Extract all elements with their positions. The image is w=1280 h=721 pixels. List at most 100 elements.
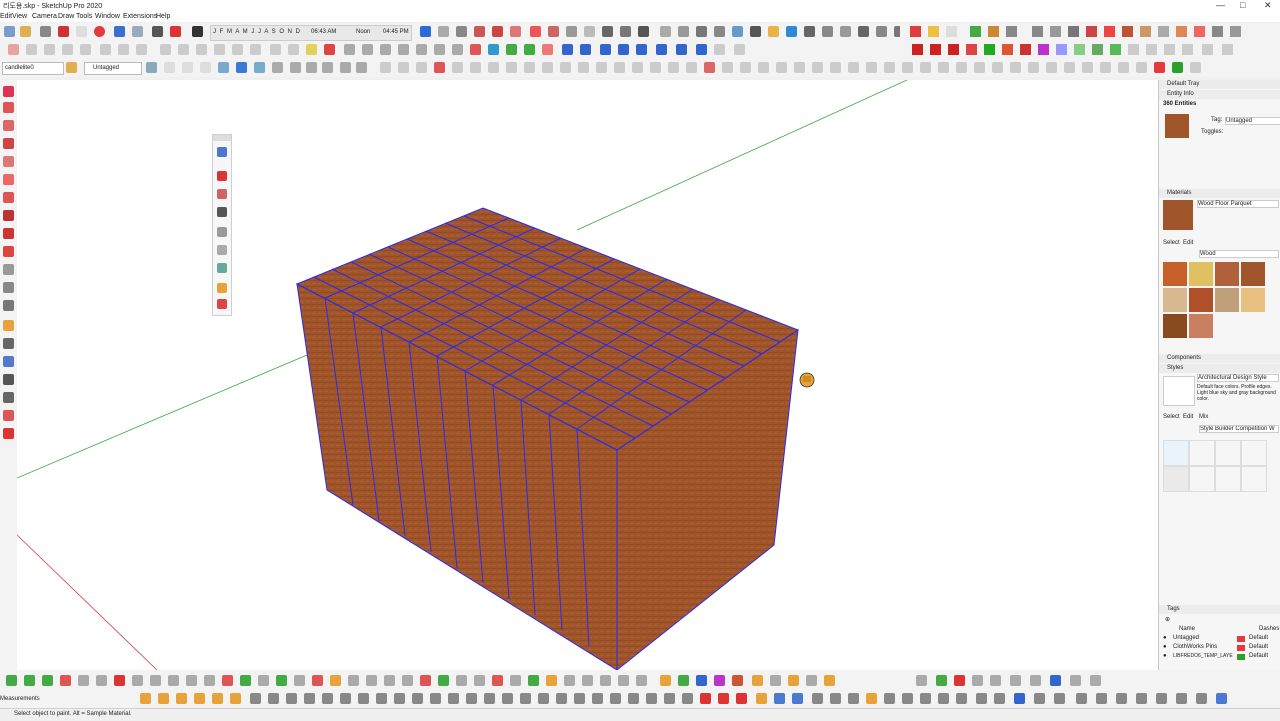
materials-header[interactable]: Materials [1159, 189, 1280, 198]
bottom-icon-19[interactable] [330, 675, 341, 686]
plugin-icon-16[interactable] [750, 26, 761, 37]
monochrome-icon[interactable] [254, 62, 265, 73]
bottom-row2-icon-16[interactable] [412, 693, 423, 704]
tool-icon-a31[interactable] [562, 44, 573, 55]
bottom-icon-44[interactable] [788, 675, 799, 686]
arc-tool-icon[interactable] [3, 192, 14, 203]
bottom-icon-13[interactable] [222, 675, 233, 686]
offset-tool-icon[interactable] [3, 282, 14, 293]
menu-edit[interactable]: Edit [0, 13, 12, 20]
edit-tool-icon-23[interactable] [776, 62, 787, 73]
bottom-row2-icon-32[interactable] [700, 693, 711, 704]
edit-tool-icon-22[interactable] [758, 62, 769, 73]
plugin-icon-8[interactable] [602, 26, 613, 37]
plugin-icon-20[interactable] [822, 26, 833, 37]
zoom-extents-tool-icon[interactable] [3, 410, 14, 421]
bottom-icon-11[interactable] [186, 675, 197, 686]
bottom-row2-icon-35[interactable] [756, 693, 767, 704]
text-tool-icon[interactable] [3, 338, 14, 349]
edit-tool-icon-6[interactable] [470, 62, 481, 73]
palette-icon-9[interactable] [217, 299, 227, 309]
style-swatch-6[interactable] [1189, 466, 1215, 492]
plugin-icon-5[interactable] [548, 26, 559, 37]
circle-tool-icon[interactable] [3, 174, 14, 185]
bottom-row2-icon-5[interactable] [212, 693, 223, 704]
bottom-row2-icon-10[interactable] [304, 693, 315, 704]
bottom-row2-icon-39[interactable] [830, 693, 841, 704]
plugin-icon-10[interactable] [638, 26, 649, 37]
tool-icon-a23[interactable] [416, 44, 427, 55]
solid-tool-icon-16[interactable] [1182, 44, 1193, 55]
palette-icon-1[interactable] [217, 147, 227, 157]
bottom-icon-51[interactable] [1010, 675, 1021, 686]
bottom-row2-icon-25[interactable] [574, 693, 585, 704]
menu-window[interactable]: Window [95, 13, 120, 20]
freehand-tool-icon[interactable] [3, 138, 14, 149]
tool-icon-a4[interactable] [62, 44, 73, 55]
eye-icon[interactable]: ● [1163, 644, 1167, 650]
bottom-icon-31[interactable] [546, 675, 557, 686]
plugin-icon-18[interactable] [786, 26, 797, 37]
tool-icon-a5[interactable] [80, 44, 91, 55]
edit-tool-icon-38[interactable] [1046, 62, 1057, 73]
shadow-months[interactable]: J F M A M J J A S O N D [213, 29, 301, 35]
solid-tool-icon-12[interactable] [1110, 44, 1121, 55]
bottom-icon-36[interactable] [636, 675, 647, 686]
palette-icon-4[interactable] [217, 207, 227, 217]
bottom-row2-icon-34[interactable] [736, 693, 747, 704]
bottom-row2-icon-47[interactable] [976, 693, 987, 704]
bottom-row2-icon-2[interactable] [158, 693, 169, 704]
bottom-row2-icon-43[interactable] [902, 693, 913, 704]
plugin-icon-22[interactable] [858, 26, 869, 37]
extension-icon-12[interactable] [1122, 26, 1133, 37]
line-tool-icon[interactable] [3, 120, 14, 131]
material-name[interactable]: Wood Floor Parquet [1197, 200, 1279, 208]
bottom-row2-icon-1[interactable] [140, 693, 151, 704]
bottom-icon-52[interactable] [1030, 675, 1041, 686]
edit-tool-icon-41[interactable] [1100, 62, 1111, 73]
edit-tool-icon-16[interactable] [650, 62, 661, 73]
plugin-icon-2[interactable] [492, 26, 503, 37]
edit-tool-icon-29[interactable] [884, 62, 895, 73]
menu-view[interactable]: View [12, 13, 27, 20]
bottom-icon-7[interactable] [114, 675, 125, 686]
bottom-row2-icon-13[interactable] [358, 693, 369, 704]
undo-icon[interactable] [114, 26, 125, 37]
tag-row-dashes[interactable]: Default [1249, 635, 1268, 641]
orbit-tool-icon[interactable] [3, 374, 14, 385]
bottom-icon-24[interactable] [420, 675, 431, 686]
bottom-icon-41[interactable] [732, 675, 743, 686]
tape-measure-tool-icon[interactable] [3, 300, 14, 311]
bottom-icon-3[interactable] [42, 675, 53, 686]
bottom-row2-icon-54[interactable] [1116, 693, 1127, 704]
bottom-icon-20[interactable] [348, 675, 359, 686]
tool-icon-a18[interactable] [324, 44, 335, 55]
solid-tool-icon-6[interactable] [1002, 44, 1013, 55]
entity-info-header[interactable]: Entity Info [1159, 90, 1280, 99]
solid-tool-icon-2[interactable] [930, 44, 941, 55]
bottom-icon-32[interactable] [564, 675, 575, 686]
bottom-icon-2[interactable] [24, 675, 35, 686]
delete-icon[interactable] [94, 26, 105, 37]
bottom-icon-16[interactable] [276, 675, 287, 686]
rectangle-tool-icon[interactable] [3, 156, 14, 167]
bottom-icon-39[interactable] [696, 675, 707, 686]
bottom-icon-40[interactable] [714, 675, 725, 686]
solid-tool-icon-4[interactable] [966, 44, 977, 55]
tag-icon[interactable] [66, 62, 77, 73]
edit-tool-icon-44[interactable] [1154, 62, 1165, 73]
extension-icon-17[interactable] [1212, 26, 1223, 37]
bottom-row2-icon-31[interactable] [682, 693, 693, 704]
bottom-icon-14[interactable] [240, 675, 251, 686]
bottom-icon-28[interactable] [492, 675, 503, 686]
tool-icon-a2[interactable] [26, 44, 37, 55]
tool-icon-a27[interactable] [488, 44, 499, 55]
bottom-row2-icon-19[interactable] [466, 693, 477, 704]
solid-tool-icon-15[interactable] [1164, 44, 1175, 55]
plugin-icon-14[interactable] [714, 26, 725, 37]
bottom-row2-icon-52[interactable] [1076, 693, 1087, 704]
bottom-row2-icon-46[interactable] [956, 693, 967, 704]
bottom-row2-icon-20[interactable] [484, 693, 495, 704]
edit-tool-icon-5[interactable] [452, 62, 463, 73]
add-tag-icon[interactable]: ⊕ [1165, 616, 1170, 623]
